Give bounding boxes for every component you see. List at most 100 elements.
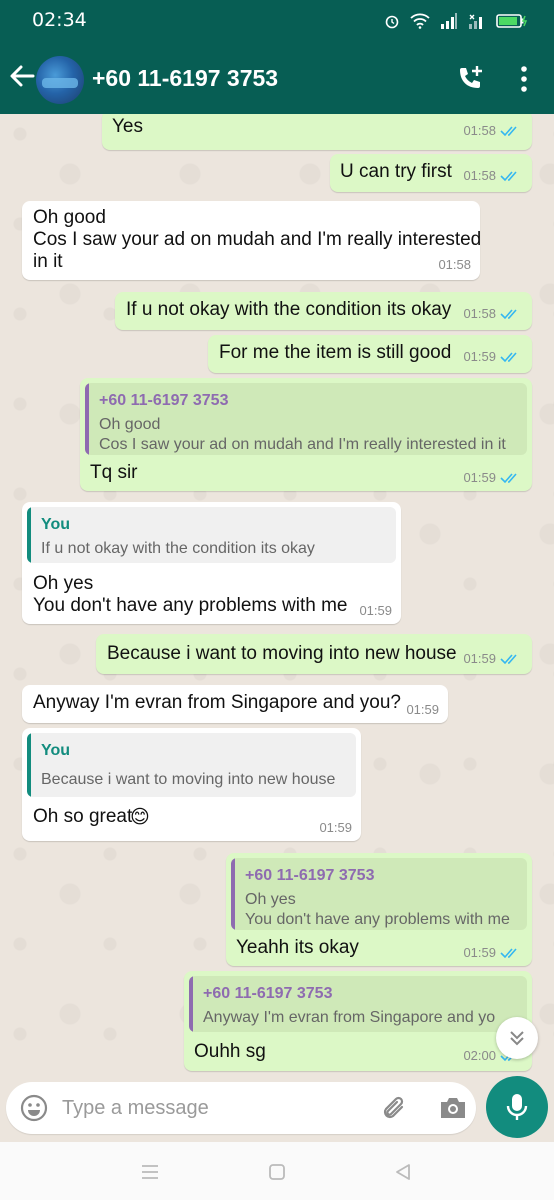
message-time: 01:59 [463,651,496,666]
contact-name[interactable]: +60 11-6197 3753 [92,65,278,92]
message-text: If u not okay with the condition its oka… [126,299,452,320]
back-arrow-icon[interactable] [8,62,36,90]
status-bar: 02:34 [0,0,554,44]
message-meta: 01:58 [463,168,522,183]
message-outgoing[interactable]: For me the item is still good 01:59 [208,335,532,373]
read-ticks-icon [500,351,517,362]
system-navigation-bar [0,1142,554,1200]
message-text: Yeahh its okay [236,937,359,958]
back-nav-icon[interactable] [393,1162,413,1182]
read-ticks-icon [500,308,517,319]
message-outgoing-reply[interactable]: +60 11-6197 3753 Oh good Cos I saw your … [80,378,532,491]
chat-header: +60 11-6197 3753 [0,44,554,114]
message-time: 01:59 [463,470,496,485]
quoted-message[interactable]: You Because i want to moving into new ho… [27,733,356,797]
message-time: 01:58 [463,123,496,138]
message-text: Ouhh sg [194,1041,266,1062]
quote-bar [27,733,31,797]
quote-line: Cos I saw your ad on mudah and I'm reall… [99,436,506,453]
message-incoming-reply[interactable]: You If u not okay with the condition its… [22,502,401,624]
message-line: You don't have any problems with me [33,595,348,616]
quote-bar [231,858,235,930]
message-time: 01:59 [463,945,496,960]
read-ticks-icon [500,472,517,483]
message-composer [6,1082,476,1134]
message-text: U can try first [340,161,452,182]
message-text: For me the item is still good [219,342,452,363]
recent-apps-icon[interactable] [140,1162,160,1182]
emoji-icon[interactable] [20,1094,48,1122]
alarm-icon [385,15,399,29]
message-incoming[interactable]: Oh good Cos I saw your ad on mudah and I… [22,201,481,280]
message-text: Because i want to moving into new house [107,643,457,664]
add-call-icon[interactable] [456,65,484,93]
quote-author: You [41,742,71,759]
message-meta: 01:58 [463,123,522,138]
message-outgoing[interactable]: If u not okay with the condition its oka… [115,292,532,330]
message-text: Oh so great [33,806,133,827]
message-meta: 01:59 [463,349,522,364]
quote-bar [189,976,193,1032]
read-ticks-icon [500,170,517,181]
message-outgoing[interactable]: Because i want to moving into new house … [96,634,532,674]
quoted-message[interactable]: You If u not okay with the condition its… [27,507,396,563]
message-meta: 01:59 [319,820,352,835]
message-text: Tq sir [90,462,138,483]
quote-line: You don't have any problems with me [245,911,510,928]
wifi-icon [410,13,430,29]
signal-icon [441,13,457,29]
message-line: in it [33,251,63,272]
message-time: 01:59 [463,349,496,364]
quote-line: Anyway I'm evran from Singapore and yo [203,1009,496,1026]
message-input[interactable] [62,1092,362,1124]
quoted-message[interactable]: +60 11-6197 3753 Oh yes You don't have a… [231,858,527,930]
microphone-icon [506,1094,528,1120]
message-outgoing-reply[interactable]: +60 11-6197 3753 Anyway I'm evran from S… [184,971,532,1071]
signal-no-service-icon [469,14,482,29]
message-text: Yes [112,116,143,137]
message-text: Anyway I'm evran from Singapore and you? [33,692,401,713]
message-meta: 01:58 [438,257,471,272]
quote-line: If u not okay with the condition its oka… [41,540,315,557]
attach-paperclip-icon[interactable] [380,1093,410,1123]
quote-author: +60 11-6197 3753 [99,392,229,409]
quote-line: Because i want to moving into new house [41,771,336,788]
quote-author: +60 11-6197 3753 [245,867,375,884]
home-icon[interactable] [267,1162,287,1182]
camera-icon[interactable] [438,1094,468,1122]
read-ticks-icon [500,653,517,664]
quote-bar [85,383,89,455]
message-outgoing[interactable]: Yes 01:58 [102,114,532,150]
smiling-face-emoji: 😊 [130,806,150,828]
scroll-to-bottom-button[interactable] [496,1017,538,1059]
status-icons [384,13,528,29]
message-meta: 01:59 [463,651,522,666]
message-meta: 01:59 [359,603,392,618]
battery-icon [496,14,528,28]
message-time: 02:00 [463,1048,496,1063]
more-options-icon[interactable] [514,64,534,94]
message-meta: 01:59 [463,470,522,485]
message-line: Oh good [33,207,106,228]
contact-avatar[interactable] [36,56,84,104]
quote-author: You [41,516,71,533]
message-outgoing-reply[interactable]: +60 11-6197 3753 Oh yes You don't have a… [226,853,532,966]
message-time: 01:59 [359,603,392,618]
voice-record-button[interactable] [486,1076,548,1138]
read-ticks-icon [500,125,517,136]
quote-line: Oh good [99,416,161,433]
message-time: 01:58 [463,168,496,183]
message-outgoing[interactable]: U can try first 01:58 [330,154,532,192]
message-meta: 01:59 [463,945,522,960]
message-incoming[interactable]: Anyway I'm evran from Singapore and you?… [22,685,448,723]
quoted-message[interactable]: +60 11-6197 3753 Anyway I'm evran from S… [189,976,527,1032]
quote-author: +60 11-6197 3753 [203,985,333,1002]
double-chevron-down-icon [510,1031,524,1046]
quoted-message[interactable]: +60 11-6197 3753 Oh good Cos I saw your … [85,383,527,455]
message-time: 01:58 [463,306,496,321]
message-time: 01:59 [319,820,352,835]
quote-bar [27,507,31,563]
message-time: 01:58 [438,257,471,272]
chat-messages[interactable]: Yes 01:58 U can try first 01:58 Oh good … [0,114,554,1080]
message-incoming-reply[interactable]: You Because i want to moving into new ho… [22,728,361,841]
